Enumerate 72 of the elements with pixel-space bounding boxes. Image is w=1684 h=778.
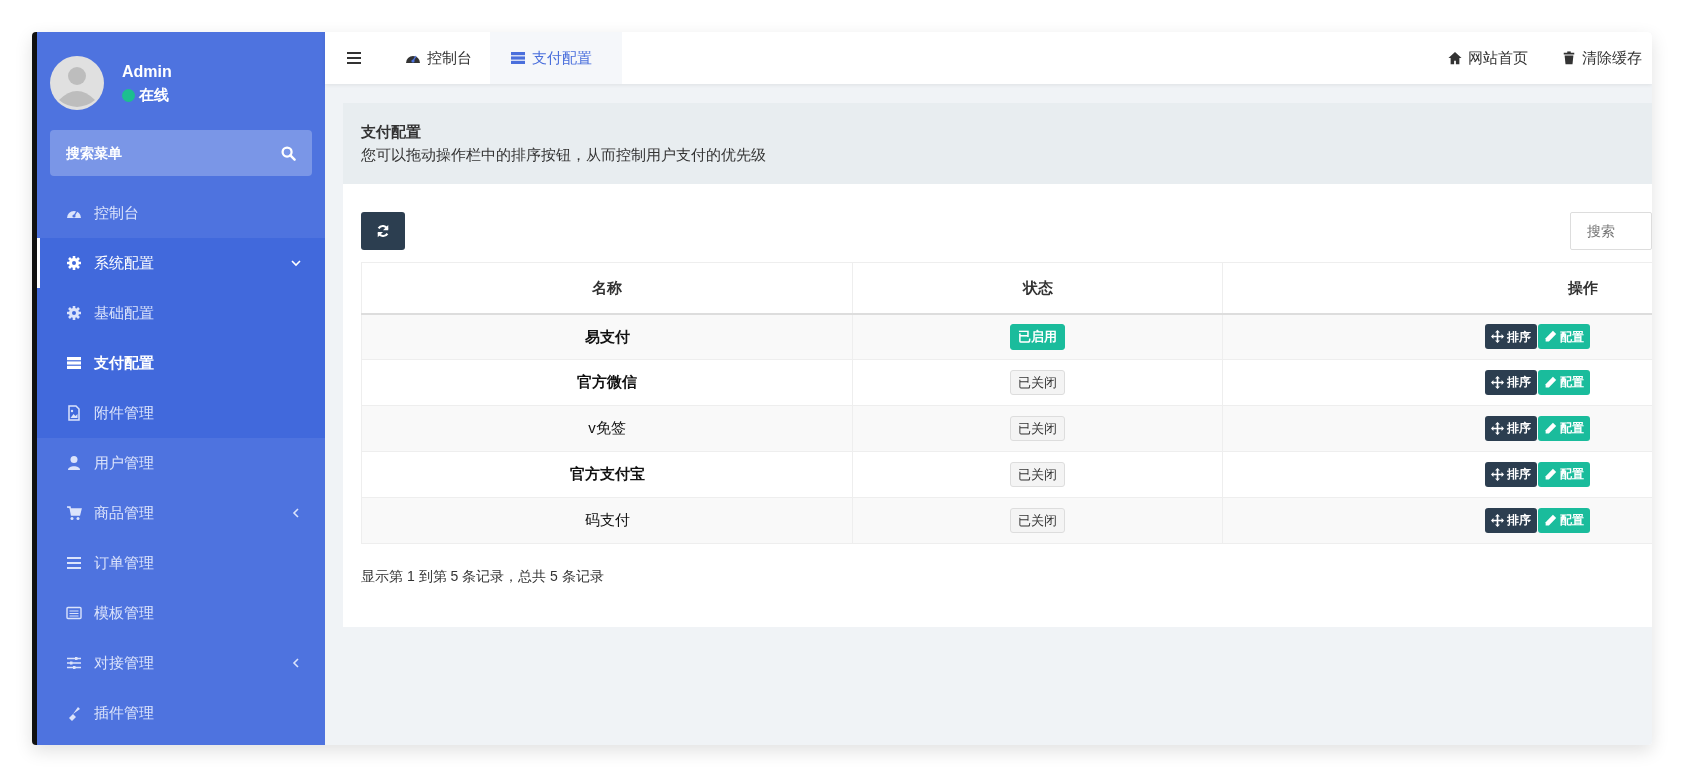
gear-icon bbox=[66, 305, 82, 321]
menu-item[interactable]: 基础配置 bbox=[37, 288, 325, 338]
status-badge: 已关闭 bbox=[1010, 461, 1065, 488]
pencil-icon bbox=[1544, 330, 1557, 343]
sort-button[interactable]: 排序 bbox=[1485, 415, 1537, 441]
config-button[interactable]: 配置 bbox=[1538, 324, 1590, 349]
panel-title: 支付配置 bbox=[361, 122, 422, 142]
table-cell: 官方支付宝 bbox=[361, 451, 853, 498]
chevron-down-icon bbox=[291, 258, 301, 268]
menu-item[interactable]: 对接管理 bbox=[37, 638, 325, 688]
server-icon bbox=[510, 50, 526, 66]
status-badge: 已关闭 bbox=[1010, 507, 1065, 534]
config-button[interactable]: 配置 bbox=[1538, 461, 1590, 487]
config-button[interactable]: 配置 bbox=[1538, 507, 1590, 533]
list-panel-icon bbox=[66, 605, 82, 621]
pagination-info: 显示第 1 到第 5 条记录，总共 5 条记录 bbox=[361, 567, 605, 586]
chevron-left-icon bbox=[291, 658, 301, 668]
pencil-icon bbox=[1544, 467, 1557, 481]
home-icon bbox=[1448, 51, 1462, 65]
move-arrows-icon bbox=[1491, 467, 1504, 481]
pencil-icon bbox=[1544, 375, 1557, 389]
tab[interactable]: 控制台 bbox=[383, 32, 490, 84]
server-icon bbox=[66, 355, 82, 371]
cart-icon bbox=[66, 505, 82, 521]
sort-button[interactable]: 排序 bbox=[1485, 324, 1537, 349]
pencil-icon bbox=[1544, 421, 1557, 435]
nav-link[interactable]: 清除缓存 bbox=[1544, 32, 1652, 84]
table-cell: 官方微信 bbox=[361, 359, 853, 406]
panel-description: 您可以拖动操作栏中的排序按钮，从而控制用户支付的优先级 bbox=[361, 144, 767, 165]
list-icon bbox=[66, 555, 82, 571]
search-icon bbox=[281, 146, 296, 161]
sort-button[interactable]: 排序 bbox=[1485, 461, 1537, 487]
menu-item[interactable]: 控制台 bbox=[37, 188, 325, 238]
column-header: 状态 bbox=[852, 262, 1223, 314]
user-status: 在线 bbox=[139, 84, 169, 105]
sort-button[interactable]: 排序 bbox=[1485, 507, 1537, 533]
move-arrows-icon bbox=[1491, 421, 1504, 435]
sort-button[interactable]: 排序 bbox=[1485, 369, 1537, 395]
table-cell: 码支付 bbox=[361, 497, 853, 544]
column-header: 名称 bbox=[361, 262, 853, 314]
menu-item[interactable]: 商品管理 bbox=[37, 488, 325, 538]
menu-item[interactable]: 支付配置 bbox=[37, 338, 325, 388]
config-button[interactable]: 配置 bbox=[1538, 415, 1590, 441]
pencil-icon bbox=[1544, 513, 1557, 527]
column-header: 操作 bbox=[1222, 262, 1652, 314]
move-arrows-icon bbox=[1491, 375, 1504, 389]
search-field[interactable]: 搜索 bbox=[1570, 212, 1652, 250]
refresh-button[interactable] bbox=[361, 212, 405, 250]
menu-item[interactable]: 附件管理 bbox=[37, 388, 325, 438]
avatar-icon bbox=[50, 56, 104, 110]
menu-item[interactable]: 订单管理 bbox=[37, 538, 325, 588]
status-badge: 已启用 bbox=[1010, 324, 1065, 350]
move-arrows-icon bbox=[1491, 330, 1504, 343]
user-icon bbox=[66, 455, 82, 471]
status-badge: 已关闭 bbox=[1010, 369, 1065, 396]
user-name: Admin bbox=[122, 61, 172, 82]
move-arrows-icon bbox=[1491, 513, 1504, 527]
chevron-left-icon bbox=[291, 508, 301, 518]
config-button[interactable]: 配置 bbox=[1538, 369, 1590, 395]
tab[interactable]: 支付配置 bbox=[490, 32, 622, 84]
menu-item[interactable]: 模板管理 bbox=[37, 588, 325, 638]
refresh-icon bbox=[376, 224, 390, 238]
menu-item[interactable]: 插件管理 bbox=[37, 688, 325, 738]
nav-link[interactable]: 网站首页 bbox=[1432, 32, 1544, 84]
sliders-icon bbox=[66, 655, 82, 671]
status-badge: 已关闭 bbox=[1010, 415, 1065, 442]
table-cell: 易支付 bbox=[361, 313, 853, 360]
gear-icon bbox=[66, 255, 82, 271]
trash-icon bbox=[1562, 51, 1576, 65]
menu-item[interactable]: 用户管理 bbox=[37, 438, 325, 488]
image-file-icon bbox=[66, 405, 82, 421]
table-cell: v免签 bbox=[361, 405, 853, 452]
